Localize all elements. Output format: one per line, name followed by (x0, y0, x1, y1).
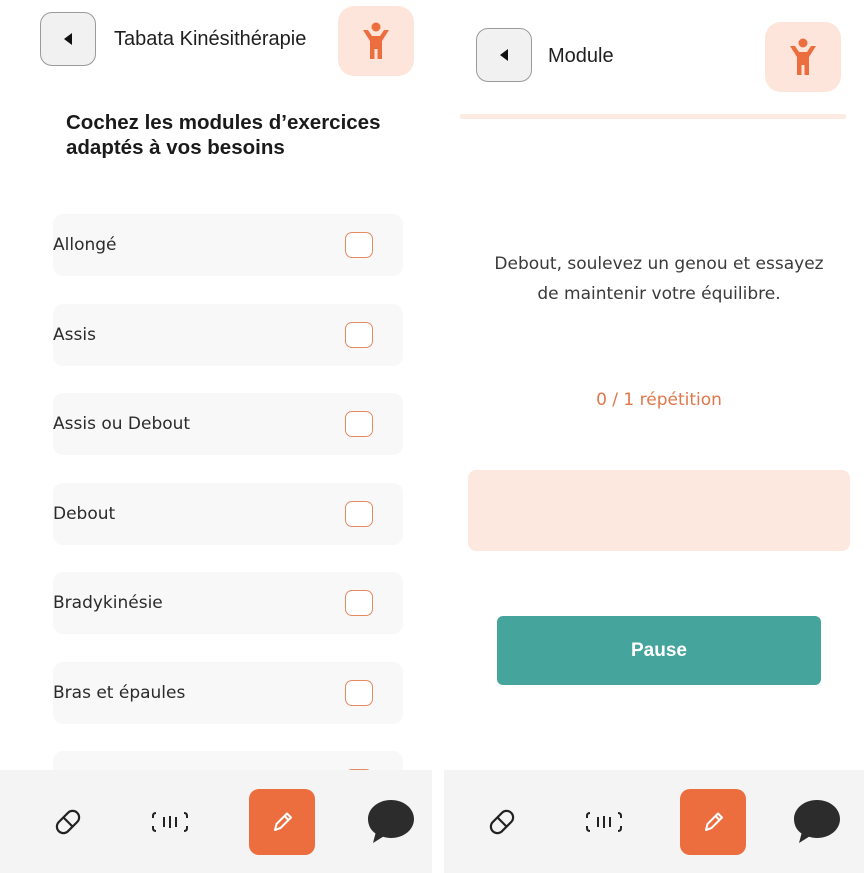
chat-bubble-icon (368, 799, 414, 843)
repetition-counter: 0 / 1 répétition (596, 390, 722, 410)
module-checkbox[interactable] (345, 680, 373, 706)
bottom-navigation (444, 770, 864, 873)
module-label: Bradykinésie (53, 593, 163, 613)
nav-item-scan[interactable] (574, 770, 634, 873)
exercise-panel (468, 470, 850, 551)
app-logo (338, 6, 414, 76)
person-icon (790, 38, 816, 75)
nav-item-edit[interactable] (680, 770, 746, 873)
pause-button[interactable]: Pause (497, 616, 821, 685)
person-icon (363, 22, 389, 59)
module-checkbox[interactable] (345, 322, 373, 348)
module-label: Assis (53, 325, 96, 345)
progress-bar (460, 114, 846, 119)
module-row-allonge[interactable]: Allongé (53, 214, 403, 276)
back-button[interactable] (40, 12, 96, 66)
module-checkbox[interactable] (345, 411, 373, 437)
nav-active-indicator (680, 788, 746, 855)
nav-item-medication[interactable] (38, 770, 98, 873)
module-row-assis-ou-debout[interactable]: Assis ou Debout (53, 393, 403, 455)
back-arrow-icon (64, 33, 72, 45)
nav-item-chat[interactable] (790, 770, 844, 873)
module-label: Bras et épaules (53, 683, 186, 703)
scan-icon (586, 811, 622, 832)
nav-item-scan[interactable] (140, 770, 200, 873)
nav-item-medication[interactable] (472, 770, 532, 873)
module-row-debout[interactable]: Debout (53, 483, 403, 545)
pencil-icon (274, 812, 292, 831)
back-arrow-icon (500, 49, 508, 61)
module-label: Allongé (53, 235, 117, 255)
module-checkbox[interactable] (345, 590, 373, 616)
module-row-assis[interactable]: Assis (53, 304, 403, 366)
back-button[interactable] (476, 28, 532, 82)
section-heading: Cochez les modules d’exercices adaptés à… (66, 111, 381, 159)
header-title: Module (548, 45, 614, 67)
app-logo (765, 22, 841, 92)
scan-icon (152, 811, 188, 832)
nav-item-chat[interactable] (364, 770, 418, 873)
pill-icon (489, 809, 515, 834)
module-row-bradykinesie[interactable]: Bradykinésie (53, 572, 403, 634)
nav-item-edit[interactable] (249, 770, 315, 873)
exercise-module-screen: Module Debout, soulevez un genou et essa… (444, 0, 864, 873)
chat-bubble-icon (794, 799, 840, 843)
module-checkbox[interactable] (345, 501, 373, 527)
module-label: Assis ou Debout (53, 414, 191, 434)
pencil-icon (705, 812, 723, 831)
pill-icon (55, 809, 81, 834)
module-selection-screen: Tabata Kinésithérapie Cochez les modules… (0, 0, 432, 873)
module-checkbox[interactable] (345, 232, 373, 258)
module-label: Debout (53, 504, 116, 524)
nav-active-indicator (249, 788, 315, 855)
module-row-bras-et-epaules[interactable]: Bras et épaules (53, 662, 403, 724)
bottom-navigation (0, 770, 432, 873)
header-title: Tabata Kinésithérapie (114, 28, 307, 50)
exercise-instruction: Debout, soulevez un genou et essayez de … (494, 254, 824, 304)
